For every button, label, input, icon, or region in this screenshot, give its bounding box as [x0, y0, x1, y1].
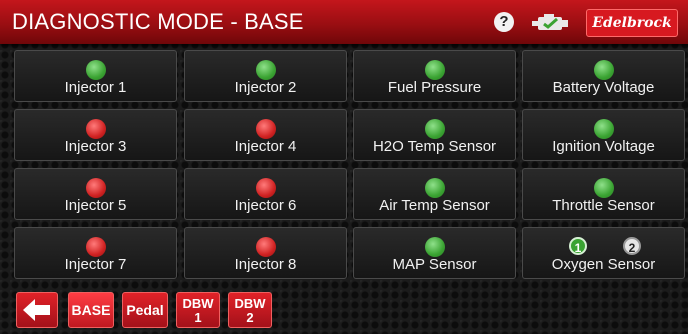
sensor-tile-h2o-temp-sensor[interactable]: H2O Temp Sensor [353, 109, 516, 161]
sensor-label: Battery Voltage [552, 79, 655, 96]
status-led-red [255, 119, 276, 139]
sensor-label: Injector 4 [234, 138, 297, 155]
sensor-tile-fuel-pressure[interactable]: Fuel Pressure [353, 50, 516, 102]
page-title: DIAGNOSTIC MODE - BASE [12, 9, 304, 34]
status-led-red [85, 119, 106, 139]
sensor-label: Ignition Voltage [552, 138, 655, 155]
sensor-label: Injector 7 [64, 256, 127, 273]
status-led-green [85, 60, 106, 80]
sensor-tile-injector-7[interactable]: Injector 7 [14, 227, 177, 279]
help-button[interactable]: ? [494, 12, 514, 32]
sensor-label: Oxygen Sensor [551, 256, 656, 273]
status-led-green [424, 60, 445, 80]
tab-dbw-2-number: 2 [246, 310, 254, 325]
status-led-green [593, 119, 614, 139]
sensor-label: Throttle Sensor [552, 197, 655, 214]
sensor-label: Injector 3 [64, 138, 127, 155]
tab-dbw-2[interactable]: DBW 2 [228, 292, 272, 328]
status-led-green [424, 178, 445, 198]
tab-dbw-1[interactable]: DBW 1 [176, 292, 220, 328]
sensor-tile-throttle-sensor[interactable]: Throttle Sensor [522, 168, 685, 220]
sensor-label: Injector 5 [64, 197, 127, 214]
sensor-label: Injector 1 [64, 79, 127, 96]
sensor-tile-battery-voltage[interactable]: Battery Voltage [522, 50, 685, 102]
sensor-label: Air Temp Sensor [379, 197, 490, 214]
sensor-tile-injector-2[interactable]: Injector 2 [184, 50, 347, 102]
back-arrow-icon [23, 299, 50, 321]
status-led-green [593, 60, 614, 80]
sensor-tile-injector-3[interactable]: Injector 3 [14, 109, 177, 161]
oxygen-sensor-2-indicator: 2 [623, 237, 641, 255]
sensor-tile-injector-8[interactable]: Injector 8 [184, 227, 347, 279]
status-led-red [255, 237, 276, 257]
sensor-tile-injector-5[interactable]: Injector 5 [14, 168, 177, 220]
status-led-green [255, 60, 276, 80]
tab-pedal[interactable]: Pedal [122, 292, 168, 328]
tab-dbw-1-number: 1 [194, 310, 202, 325]
sensor-tile-oxygen-sensor[interactable]: 1 2 Oxygen Sensor [522, 227, 685, 279]
sensor-tile-ignition-voltage[interactable]: Ignition Voltage [522, 109, 685, 161]
engine-check-icon[interactable] [530, 12, 572, 34]
edelbrock-logo: Edelbrock [586, 9, 678, 37]
sensor-label: H2O Temp Sensor [372, 138, 497, 155]
sensor-label: Injector 8 [234, 256, 297, 273]
tab-dbw-1-label: DBW [182, 296, 214, 311]
sensor-label: MAP Sensor [392, 256, 477, 273]
sensor-label: Injector 2 [234, 79, 297, 96]
status-led-red [85, 237, 106, 257]
status-led-green [424, 237, 445, 257]
back-button[interactable] [16, 292, 58, 328]
tab-dbw-2-label: DBW [234, 296, 266, 311]
sensor-tile-injector-1[interactable]: Injector 1 [14, 50, 177, 102]
sensor-tile-injector-6[interactable]: Injector 6 [184, 168, 347, 220]
sensor-tile-map-sensor[interactable]: MAP Sensor [353, 227, 516, 279]
sensor-tile-injector-4[interactable]: Injector 4 [184, 109, 347, 161]
status-led-red [255, 178, 276, 198]
sensor-label: Injector 6 [234, 197, 297, 214]
tab-base[interactable]: BASE [68, 292, 114, 328]
status-led-green [424, 119, 445, 139]
title-bar: DIAGNOSTIC MODE - BASE ? Edelbrock [0, 0, 688, 44]
status-led-green [593, 178, 614, 198]
status-led-red [85, 178, 106, 198]
oxygen-sensor-1-indicator: 1 [569, 237, 587, 255]
sensor-label: Fuel Pressure [387, 79, 482, 96]
sensor-tile-air-temp-sensor[interactable]: Air Temp Sensor [353, 168, 516, 220]
